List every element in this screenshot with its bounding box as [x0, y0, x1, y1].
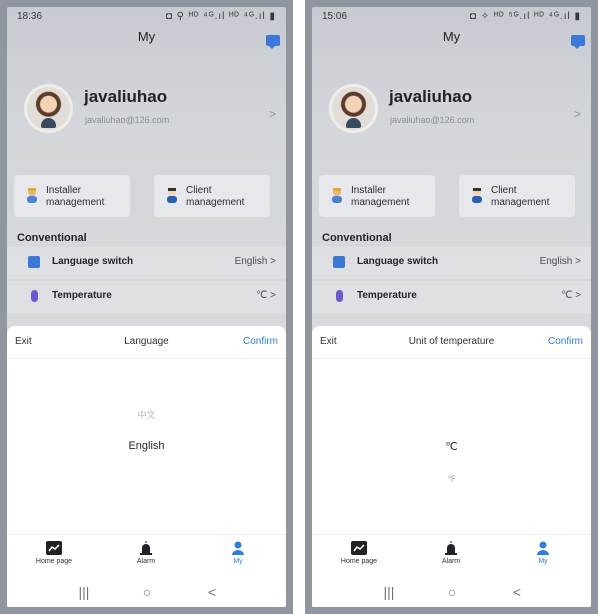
picker-option-fahrenheit[interactable]: ℉ — [312, 474, 591, 485]
language-value-text: English — [539, 256, 573, 267]
language-switch-label: Language switch — [357, 256, 439, 267]
message-icon[interactable] — [266, 35, 280, 49]
message-icon[interactable] — [571, 35, 585, 49]
tab-home-page[interactable]: Home page — [324, 541, 394, 565]
chart-trend-icon — [46, 541, 62, 555]
sheet-header: Exit Unit of temperature Confirm — [312, 326, 591, 359]
language-switch-row[interactable]: Language switch English > — [7, 247, 286, 279]
language-value: English > — [235, 256, 276, 267]
profile-card[interactable]: javaliuhao javaliuhao@126.com > — [312, 85, 591, 141]
language-icon — [28, 256, 40, 268]
chevron-right-icon: > — [270, 290, 276, 301]
language-switch-label: Language switch — [52, 256, 134, 267]
back-icon[interactable]: < — [502, 584, 532, 600]
phone-screen-language: 18:36 ◘ ⚲ ᴴᴰ ⁴ᴳ.ıl ᴴᴰ ⁴ᴳ.ıl ▮ My javaliu… — [0, 0, 293, 614]
installer-management-label: Installer management — [46, 185, 105, 208]
language-value-text: English — [234, 256, 268, 267]
bottom-tab-bar: Home page Alarm My — [312, 534, 591, 579]
section-heading: Conventional — [322, 232, 392, 244]
status-icons: ◘ ✧ ᴴᴰ ⁵ᴳ.ıl ᴴᴰ ⁴ᴳ.ıl ▮ — [469, 11, 581, 22]
tab-alarm-label: Alarm — [136, 558, 156, 565]
phone-screen-temperature: 15:06 ◘ ✧ ᴴᴰ ⁵ᴳ.ıl ᴴᴰ ⁴ᴳ.ıl ▮ My javaliu… — [305, 0, 598, 614]
picker-option-english[interactable]: English — [7, 440, 286, 452]
client-management-label: Client management — [186, 185, 245, 208]
page-title: My — [137, 29, 156, 44]
page-title: My — [442, 29, 461, 44]
status-bar: 18:36 ◘ ⚲ ᴴᴰ ⁴ᴳ.ıl ᴴᴰ ⁴ᴳ.ıl ▮ — [17, 11, 276, 25]
tab-my[interactable]: My — [203, 541, 273, 565]
picker-option-chinese[interactable]: 中文 — [7, 408, 286, 421]
tab-my-label: My — [233, 558, 243, 565]
tab-my[interactable]: My — [508, 541, 578, 565]
language-icon — [333, 256, 345, 268]
alarm-icon — [140, 541, 152, 555]
status-time: 18:36 — [17, 11, 43, 22]
tab-alarm[interactable]: Alarm — [416, 541, 486, 565]
temperature-value: ℃ > — [561, 290, 581, 301]
tab-home-page-label: Home page — [35, 558, 73, 565]
thermometer-icon — [336, 290, 343, 302]
client-management-button[interactable]: Client management — [154, 175, 270, 217]
language-value: English > — [540, 256, 581, 267]
confirm-button[interactable]: Confirm — [548, 336, 583, 347]
home-icon[interactable]: ○ — [437, 584, 467, 600]
status-bar: 15:06 ◘ ✧ ᴴᴰ ⁵ᴳ.ıl ᴴᴰ ⁴ᴳ.ıl ▮ — [322, 11, 581, 25]
user-name: javaliuhao — [389, 87, 473, 106]
recent-apps-icon[interactable]: ||| — [374, 584, 404, 600]
chevron-right-icon: > — [575, 256, 581, 267]
status-icons: ◘ ⚲ ᴴᴰ ⁴ᴳ.ıl ᴴᴰ ⁴ᴳ.ıl ▮ — [165, 11, 276, 22]
profile-card[interactable]: javaliuhao javaliuhao@126.com > — [7, 85, 286, 141]
system-nav-bar: ||| ○ < — [312, 578, 591, 607]
client-management-label: Client management — [491, 185, 550, 208]
chevron-right-icon: > — [573, 107, 581, 121]
user-name: javaliuhao — [84, 87, 168, 106]
confirm-button[interactable]: Confirm — [243, 336, 278, 347]
picker-option-celsius[interactable]: ℃ — [312, 440, 591, 453]
sheet-header: Exit Language Confirm — [7, 326, 286, 359]
chevron-right-icon: > — [575, 290, 581, 301]
thermometer-icon — [31, 290, 38, 302]
temperature-row[interactable]: Temperature ℃ > — [312, 281, 591, 313]
back-icon[interactable]: < — [197, 584, 227, 600]
installer-management-label: Installer management — [351, 185, 410, 208]
temperature-value: ℃ > — [256, 290, 276, 301]
chart-trend-icon — [351, 541, 367, 555]
bottom-tab-bar: Home page Alarm My — [7, 534, 286, 579]
tab-home-page[interactable]: Home page — [19, 541, 89, 565]
tab-alarm[interactable]: Alarm — [111, 541, 181, 565]
installer-icon — [27, 188, 37, 203]
status-time: 15:06 — [322, 11, 348, 22]
avatar — [27, 87, 70, 130]
temperature-row[interactable]: Temperature ℃ > — [7, 281, 286, 313]
client-management-button[interactable]: Client management — [459, 175, 575, 217]
user-icon — [537, 541, 549, 555]
installer-management-button[interactable]: Installer management — [319, 175, 435, 217]
avatar — [332, 87, 375, 130]
tab-home-page-label: Home page — [340, 558, 378, 565]
language-switch-row[interactable]: Language switch English > — [312, 247, 591, 279]
user-email: javaliuhao@126.com — [85, 115, 170, 125]
tab-my-label: My — [538, 558, 548, 565]
temperature-value-text: ℃ — [561, 290, 573, 301]
temperature-label: Temperature — [357, 290, 417, 301]
app-screen: 18:36 ◘ ⚲ ᴴᴰ ⁴ᴳ.ıl ᴴᴰ ⁴ᴳ.ıl ▮ My javaliu… — [7, 7, 286, 607]
app-screen: 15:06 ◘ ✧ ᴴᴰ ⁵ᴳ.ıl ᴴᴰ ⁴ᴳ.ıl ▮ My javaliu… — [312, 7, 591, 607]
chevron-right-icon: > — [270, 256, 276, 267]
installer-management-button[interactable]: Installer management — [14, 175, 130, 217]
user-icon — [232, 541, 244, 555]
alarm-icon — [445, 541, 457, 555]
chevron-right-icon: > — [268, 107, 276, 121]
recent-apps-icon[interactable]: ||| — [69, 584, 99, 600]
tab-alarm-label: Alarm — [441, 558, 461, 565]
client-icon — [167, 188, 177, 203]
temperature-value-text: ℃ — [256, 290, 268, 301]
system-nav-bar: ||| ○ < — [7, 578, 286, 607]
temperature-label: Temperature — [52, 290, 112, 301]
client-icon — [472, 188, 482, 203]
user-email: javaliuhao@126.com — [390, 115, 475, 125]
installer-icon — [332, 188, 342, 203]
home-icon[interactable]: ○ — [132, 584, 162, 600]
section-heading: Conventional — [17, 232, 87, 244]
